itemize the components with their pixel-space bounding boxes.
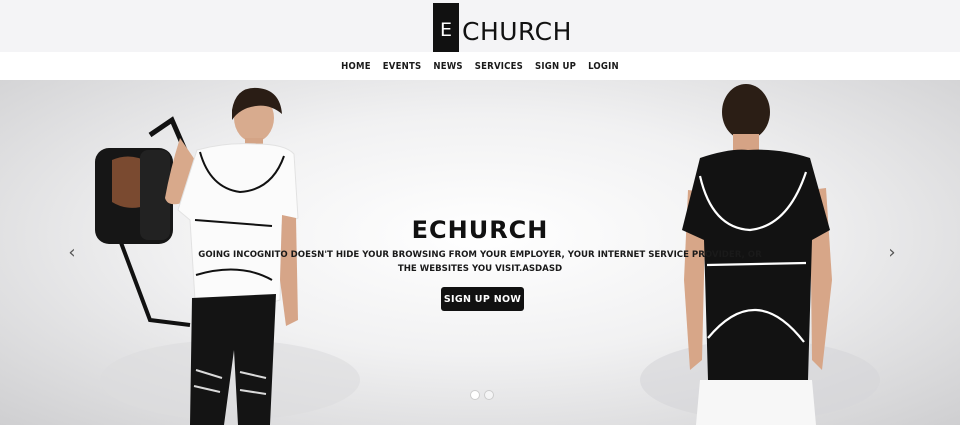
site-logo[interactable]: E CHURCH xyxy=(433,3,572,57)
main-nav: HOME EVENTS NEWS SERVICES SIGN UP LOGIN xyxy=(0,52,960,80)
nav-sign-up[interactable]: SIGN UP xyxy=(534,59,577,74)
carousel-indicator-2[interactable] xyxy=(484,390,494,400)
nav-home[interactable]: HOME xyxy=(340,59,372,74)
nav-login[interactable]: LOGIN xyxy=(587,59,620,74)
nav-news[interactable]: NEWS xyxy=(432,59,463,74)
hero-caption: ECHURCH Going incognito doesn't hide you… xyxy=(0,216,960,276)
hero-title: ECHURCH xyxy=(411,216,549,244)
nav-events[interactable]: EVENTS xyxy=(382,59,423,74)
hero-text: Going incognito doesn't hide your browsi… xyxy=(198,250,762,274)
carousel-prev-icon[interactable]: ‹ xyxy=(64,240,80,264)
nav-services[interactable]: SERVICES xyxy=(474,59,524,74)
sign-up-now-button[interactable]: SIGN UP NOW xyxy=(441,287,524,311)
carousel-next-icon[interactable]: › xyxy=(884,240,900,264)
hero-carousel: ECHURCH Going incognito doesn't hide you… xyxy=(0,80,960,425)
logo-initial: E xyxy=(433,3,459,57)
logo-wordmark: CHURCH xyxy=(462,17,572,46)
carousel-indicators xyxy=(470,390,494,400)
site-header: E CHURCH xyxy=(0,0,960,57)
carousel-indicator-1[interactable] xyxy=(470,390,480,400)
